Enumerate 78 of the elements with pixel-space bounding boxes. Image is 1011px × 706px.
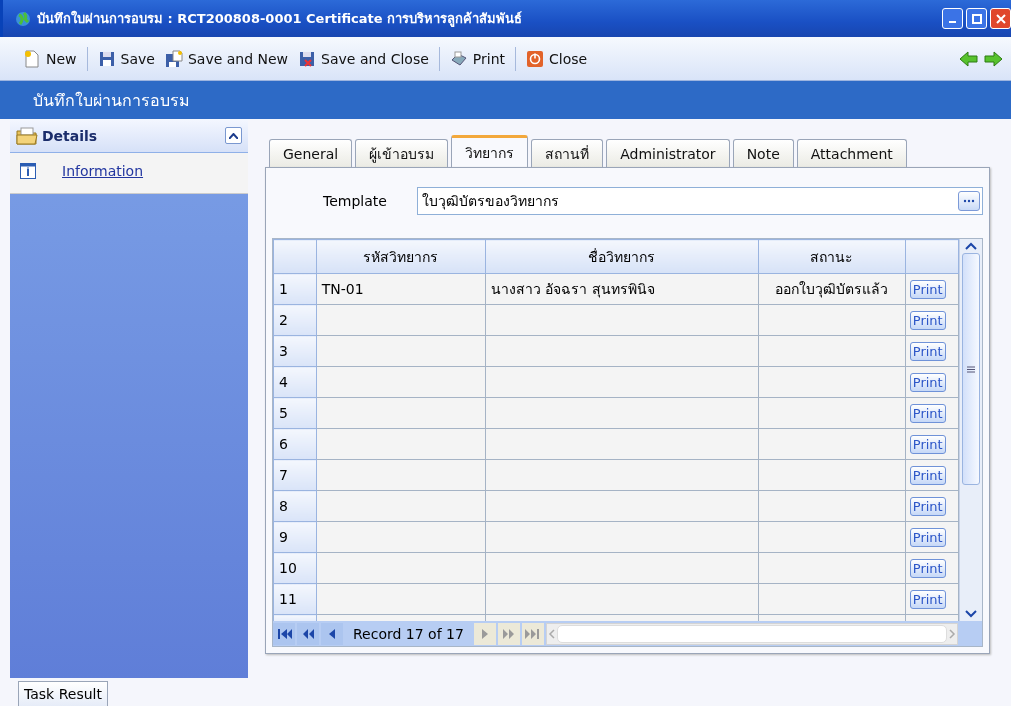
grip-icon [967,365,975,373]
close-button[interactable]: Close [523,47,591,70]
previous-record-button[interactable] [321,622,343,645]
print-row-button[interactable]: Print [909,310,946,330]
folder-icon [16,126,38,145]
row-number: 5 [273,397,317,429]
vertical-scrollbar[interactable] [959,239,982,621]
row-number: 1 [273,273,317,305]
close-icon [995,13,1006,24]
window-title: บันทึกใบผ่านการอบรม : RCT200808-0001 Certificate การบริหารลูกค้าสัมพันธ์ [37,9,523,29]
print-row-button[interactable]: Print [909,465,946,485]
new-button[interactable]: New [20,47,80,70]
power-icon [526,49,545,68]
scroll-down-icon[interactable] [964,609,978,619]
row-number: 9 [273,521,317,553]
minimize-icon [949,20,956,23]
collapse-button[interactable] [225,127,242,144]
record-counter: Record 17 of 17 [352,625,465,642]
print-row-button[interactable]: Print [909,434,946,454]
page-heading: บันทึกใบผ่านการอบรม [33,89,190,112]
table-cell: ออกใบวุฒิบัตรแล้ว [758,273,906,305]
forward-arrow-icon[interactable] [983,50,1003,67]
row-number: 10 [273,552,317,584]
row-number: 6 [273,428,317,460]
table-cell: นางสาว อัจฉรา สุนทรพินิจ [485,273,759,305]
save-and-close-button[interactable]: Save and Close [295,47,432,70]
header-cell [905,239,959,274]
print-row-button[interactable]: Print [909,496,946,516]
column-header[interactable]: รหัสวิทยากร [316,239,486,274]
save-button[interactable]: Save [94,47,158,70]
row-number: 3 [273,335,317,367]
print-row-button[interactable]: Print [909,372,946,392]
minimize-button[interactable] [942,8,963,29]
print-button[interactable]: Print [446,47,509,70]
maximize-button[interactable] [966,8,987,29]
globe-icon [15,10,31,27]
floppy-disk-document-icon [164,49,183,68]
row-number: 8 [273,490,317,522]
ellipsis-icon [963,199,975,203]
sidebar-group-title: Details [42,127,98,144]
scroll-up-icon[interactable] [964,241,978,251]
tab[interactable]: Note [732,139,794,167]
print-row-button[interactable]: Print [909,279,946,299]
close-button[interactable] [990,8,1011,29]
tab[interactable]: General [269,139,353,167]
floppy-disk-x-icon [298,49,317,68]
print-row-button[interactable]: Print [909,558,946,578]
information-link[interactable]: Information [62,163,144,179]
document-icon [23,49,41,68]
back-arrow-icon[interactable] [959,50,979,67]
tab[interactable]: ผู้เข้าอบรม [355,139,449,167]
tab[interactable]: สถานที่ [531,139,604,167]
row-number: 11 [273,583,317,615]
tab[interactable]: วิทยากร [451,135,529,167]
print-row-button[interactable]: Print [909,403,946,423]
tab[interactable]: Attachment [796,139,907,167]
maximize-icon [971,13,982,24]
row-number: 4 [273,366,317,398]
browse-button[interactable] [958,191,980,211]
save-and-new-button[interactable]: Save and New [161,47,292,70]
printer-icon [449,49,468,68]
previous-page-button[interactable] [297,622,319,645]
print-row-button[interactable]: Print [909,341,946,361]
row-number: 7 [273,459,317,491]
tab[interactable]: Administrator [606,139,730,167]
print-row-button[interactable]: Print [909,527,946,547]
column-header[interactable]: สถานะ [758,239,906,274]
caret-icon [229,132,238,139]
column-header[interactable]: ชื่อวิทยากร [485,239,759,274]
first-record-button[interactable] [273,622,295,645]
task-result-tab[interactable]: Task Result [18,681,108,706]
template-field[interactable]: ใบวุฒิบัตรของวิทยากร [417,187,983,215]
row-number: 2 [273,304,317,336]
info-icon [20,163,36,179]
print-row-button[interactable]: Print [909,589,946,609]
header-cell [273,239,317,274]
table-cell: TN-01 [316,273,486,305]
template-label: Template [322,193,388,209]
